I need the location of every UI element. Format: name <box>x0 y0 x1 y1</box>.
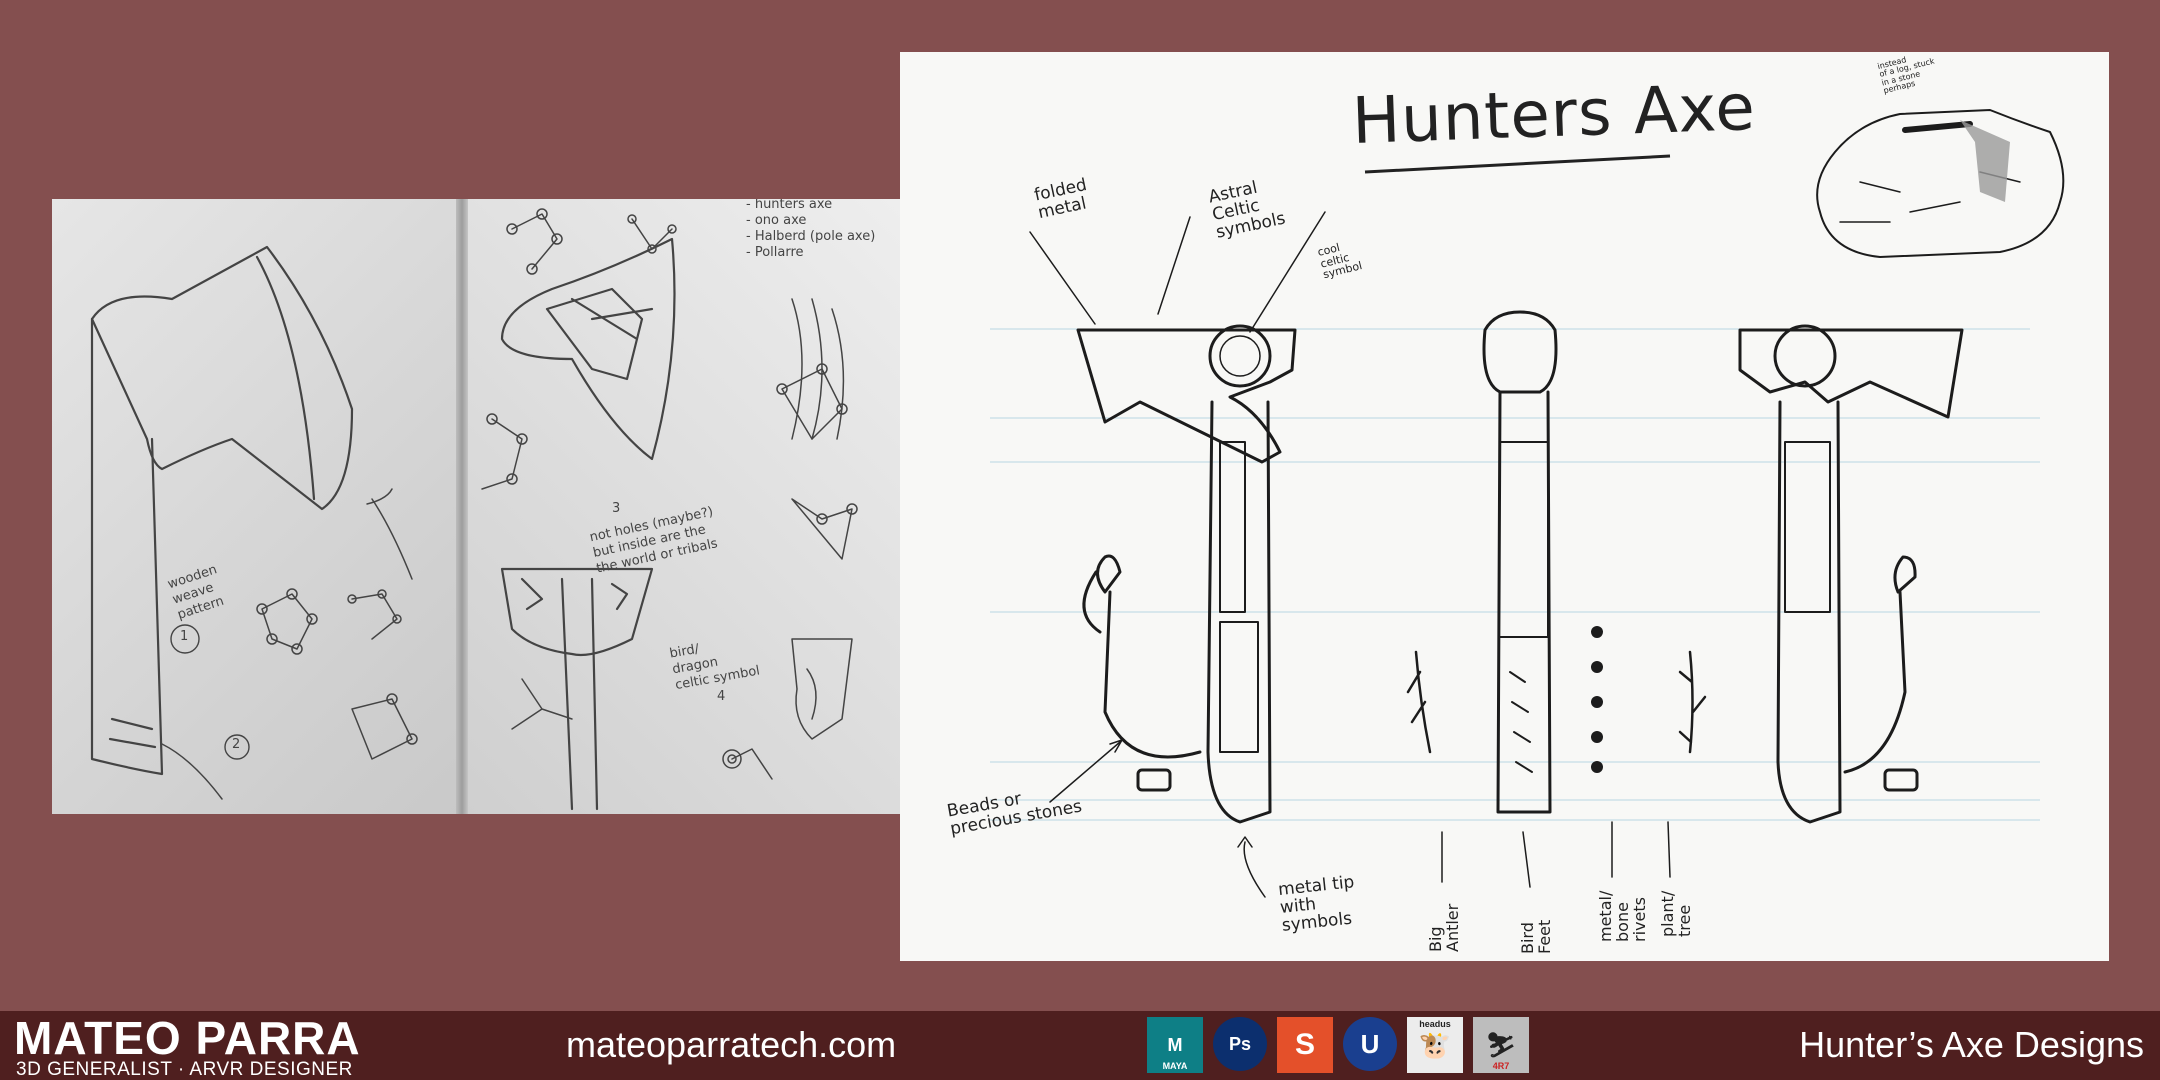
website-link[interactable]: mateoparratech.com <box>566 1025 896 1065</box>
maya-glyph: M <box>1167 1034 1183 1055</box>
label-big-antler: Big Antler <box>1426 903 1462 952</box>
headus-icon: 🐮 headus <box>1407 1017 1463 1073</box>
photoshop-glyph: Ps <box>1228 1033 1252 1054</box>
sketch-number-4: 4 <box>717 689 726 704</box>
label-bird-feet: Bird Feet <box>1518 919 1554 954</box>
label-rivets: metal/ bone rivets <box>1596 890 1649 942</box>
substance-glyph: S <box>1294 1028 1315 1061</box>
unreal-icon: U <box>1343 1017 1397 1071</box>
photoshop-icon: Ps <box>1213 1017 1267 1071</box>
sketch-number-3: 3 <box>612 501 621 516</box>
label-plant-tree: plant/ tree <box>1658 890 1694 937</box>
sketchbook-photo: - hunters axe - ono axe - Halberd (pole … <box>52 199 902 814</box>
concept-sheet: Hunters Axe folded metal Astral Celtic s… <box>900 52 2109 961</box>
zbrush-icon: ⛷ 4R7 <box>1473 1017 1529 1073</box>
maya-icon: M MAYA <box>1147 1017 1203 1073</box>
sketch-number-1: 1 <box>180 629 189 644</box>
brand-name: MATEO PARRA <box>14 1012 361 1064</box>
sketch-notes-list: - hunters axe - ono axe - Halberd (pole … <box>746 199 876 260</box>
label-metal-tip: metal tip with symbols <box>1277 872 1356 936</box>
software-tools: M MAYA Ps S U 🐮 headus ⛷ 4R7 <box>1147 1017 1529 1074</box>
substance-icon: S <box>1277 1017 1333 1073</box>
headus-caption: headus <box>1419 1019 1451 1029</box>
maya-caption: MAYA <box>1162 1061 1188 1071</box>
unreal-glyph: U <box>1360 1028 1380 1059</box>
pencil-sketches <box>90 208 858 811</box>
brand-subtitle: 3D GENERALIST · ARVR DESIGNER <box>16 1059 353 1080</box>
sketch-number-2: 2 <box>232 737 241 752</box>
footer-bar: MATEO PARRA 3D GENERALIST · ARVR DESIGNE… <box>0 1011 2160 1080</box>
sheet-title: Hunters Axe <box>1350 70 1757 160</box>
zbrush-caption: 4R7 <box>1492 1061 1510 1071</box>
project-title: Hunter’s Axe Designs <box>1799 1024 2144 1065</box>
headus-glyph: 🐮 <box>1418 1029 1452 1060</box>
zbrush-glyph: ⛷ <box>1485 1031 1517 1059</box>
